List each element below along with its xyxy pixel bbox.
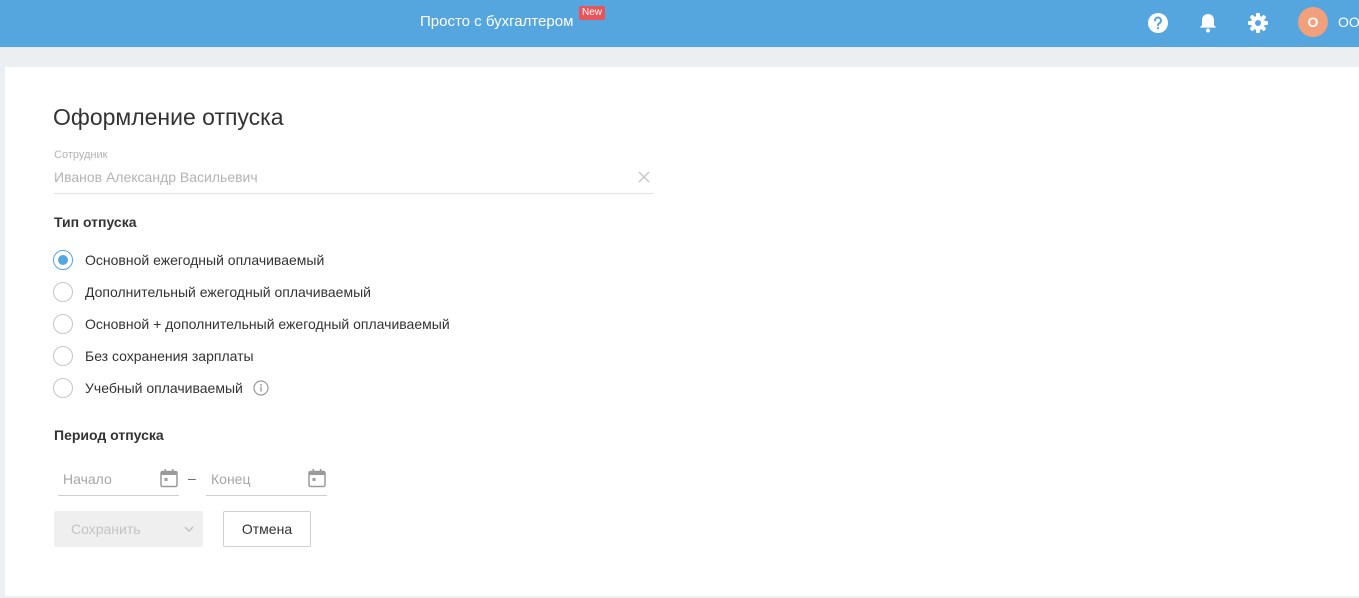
- period-title: Период отпуска: [54, 427, 164, 443]
- clear-icon[interactable]: [636, 169, 652, 185]
- cancel-button[interactable]: Отмена: [223, 511, 311, 547]
- leave-type-title: Тип отпуска: [54, 214, 137, 230]
- radio-label: Основной ежегодный оплачиваемый: [85, 252, 325, 268]
- save-button-label: Сохранить: [71, 521, 141, 537]
- help-icon[interactable]: [1147, 12, 1169, 34]
- save-button[interactable]: Сохранить: [54, 511, 203, 547]
- info-icon[interactable]: [253, 380, 269, 396]
- radio-option-main-annual[interactable]: Основной ежегодный оплачиваемый: [53, 249, 324, 271]
- bell-icon[interactable]: [1197, 12, 1219, 34]
- radio-button[interactable]: [53, 314, 73, 334]
- radio-option-main-plus-additional[interactable]: Основной + дополнительный ежегодный опла…: [53, 313, 450, 335]
- employee-field[interactable]: Иванов Александр Васильевич: [54, 169, 258, 185]
- radio-label: Без сохранения зарплаты: [85, 348, 254, 364]
- end-date-input[interactable]: Конец: [206, 466, 327, 496]
- new-badge: New: [579, 6, 606, 20]
- radio-button[interactable]: [53, 250, 73, 270]
- gear-icon[interactable]: [1247, 12, 1269, 34]
- chevron-down-icon[interactable]: [174, 511, 203, 547]
- page-title: Оформление отпуска: [53, 104, 284, 130]
- radio-option-additional-annual[interactable]: Дополнительный ежегодный оплачиваемый: [53, 281, 371, 303]
- organization-name[interactable]: ОО: [1338, 14, 1359, 30]
- radio-option-unpaid[interactable]: Без сохранения зарплаты: [53, 345, 254, 367]
- avatar[interactable]: О: [1298, 7, 1328, 37]
- radio-label: Учебный оплачиваемый: [85, 380, 243, 396]
- calendar-icon[interactable]: [159, 468, 179, 488]
- radio-button[interactable]: [53, 282, 73, 302]
- employee-field-underline: [54, 193, 654, 194]
- radio-label: Дополнительный ежегодный оплачиваемый: [85, 284, 371, 300]
- end-date-placeholder: Конец: [211, 471, 251, 487]
- radio-button[interactable]: [53, 378, 73, 398]
- radio-option-study-paid[interactable]: Учебный оплачиваемый: [53, 377, 269, 399]
- start-date-input[interactable]: Начало: [58, 466, 179, 496]
- top-bar: Просто с бухгалтером New О ОО: [0, 0, 1359, 47]
- calendar-icon[interactable]: [307, 468, 327, 488]
- promo-link[interactable]: Просто с бухгалтером: [420, 13, 573, 31]
- start-date-placeholder: Начало: [63, 471, 112, 487]
- date-range-separator: –: [188, 470, 196, 486]
- employee-field-label: Сотрудник: [54, 149, 108, 161]
- radio-button[interactable]: [53, 346, 73, 366]
- radio-label: Основной + дополнительный ежегодный опла…: [85, 316, 450, 332]
